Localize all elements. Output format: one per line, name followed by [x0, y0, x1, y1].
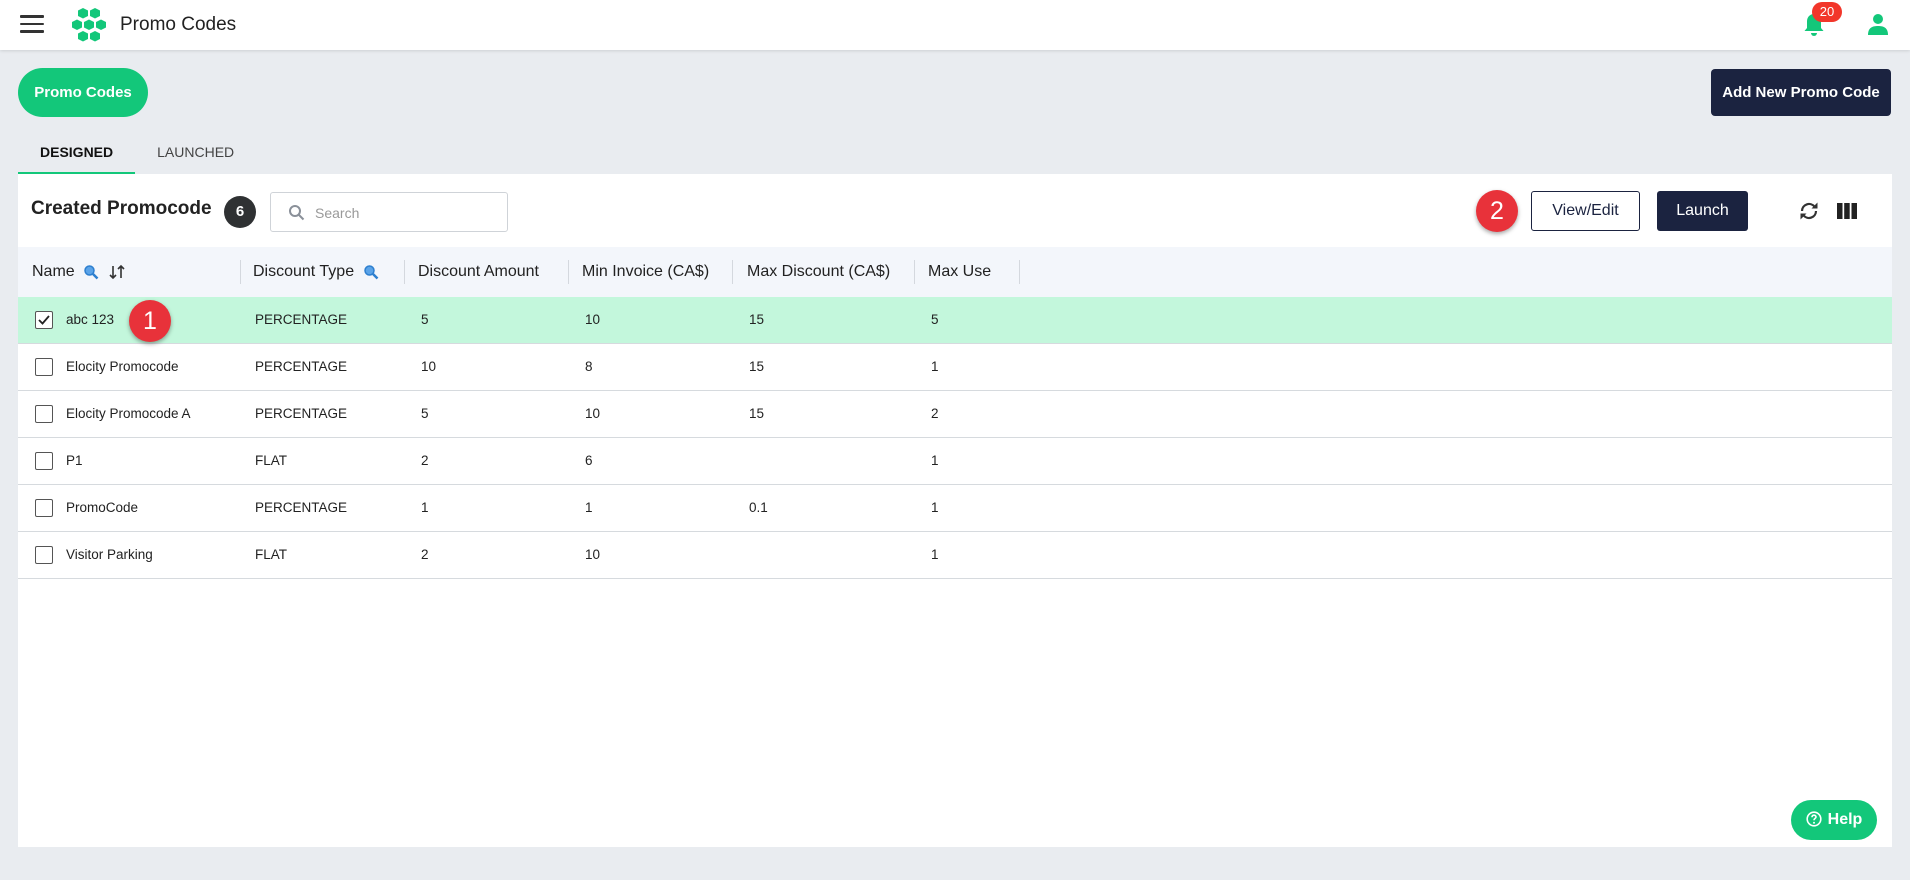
refresh-icon[interactable]: [1797, 199, 1821, 223]
hamburger-menu-icon[interactable]: [20, 15, 44, 35]
cell-name: Elocity Promocode A: [66, 406, 191, 421]
cell-max-use: 1: [931, 500, 939, 515]
tab-launched[interactable]: LAUNCHED: [135, 137, 257, 175]
cell-discount-amount: 1: [421, 500, 429, 515]
cell-max-discount: 15: [749, 312, 765, 327]
row-checkbox[interactable]: [35, 546, 53, 564]
cell-max-use: 5: [931, 312, 939, 327]
table-header: Name Discount Type Discount Amount Min I…: [18, 247, 1892, 297]
cell-max-discount: 15: [749, 359, 765, 374]
column-separator: [1019, 260, 1020, 284]
cell-max-discount: 15: [749, 406, 765, 421]
top-bar: Promo Codes 20: [0, 0, 1910, 50]
cell-discount-type: PERCENTAGE: [255, 312, 348, 327]
column-label: Name: [32, 263, 75, 280]
row-checkbox[interactable]: [35, 358, 53, 376]
cell-discount-amount: 2: [421, 547, 429, 562]
tab-designed[interactable]: DESIGNED: [18, 137, 136, 175]
table-row[interactable]: Elocity Promocode PERCENTAGE 10 8 15 1: [18, 344, 1892, 391]
column-header-max-discount[interactable]: Max Discount (CA$): [747, 247, 890, 297]
column-header-min-invoice[interactable]: Min Invoice (CA$): [582, 247, 709, 297]
search-field[interactable]: [270, 192, 508, 232]
checkmark-icon: [38, 315, 50, 325]
column-separator: [914, 260, 915, 284]
cell-name: P1: [66, 453, 83, 468]
cell-max-use: 2: [931, 406, 939, 421]
search-input[interactable]: [315, 201, 495, 225]
column-header-max-use[interactable]: Max Use: [928, 247, 991, 297]
help-label: Help: [1827, 811, 1863, 828]
row-checkbox[interactable]: [35, 311, 53, 329]
table-row[interactable]: PromoCode PERCENTAGE 1 1 0.1 1: [18, 485, 1892, 532]
cell-name: abc 123: [66, 312, 115, 327]
cell-discount-amount: 2: [421, 453, 429, 468]
launch-button[interactable]: Launch: [1657, 191, 1748, 231]
column-header-discount-type[interactable]: Discount Type: [253, 247, 379, 297]
table-row[interactable]: abc 123 1 PERCENTAGE 5 10 15 5: [18, 297, 1892, 344]
tab-bar: DESIGNED LAUNCHED: [18, 137, 257, 175]
notification-badge: 20: [1812, 2, 1842, 22]
hexagon-logo-icon: [72, 8, 106, 42]
cell-discount-amount: 5: [421, 312, 429, 327]
view-edit-button[interactable]: View/Edit: [1531, 191, 1640, 231]
cell-min-invoice: 10: [585, 547, 601, 562]
cell-name: Elocity Promocode: [66, 359, 179, 374]
cell-discount-type: FLAT: [255, 453, 288, 468]
app-title: Promo Codes: [120, 14, 237, 35]
step-marker-2: 2: [1476, 190, 1518, 232]
table-row[interactable]: Visitor Parking FLAT 2 10 1: [18, 532, 1892, 579]
column-search-icon[interactable]: [363, 264, 379, 280]
table-row[interactable]: Elocity Promocode A PERCENTAGE 5 10 15 2: [18, 391, 1892, 438]
row-checkbox[interactable]: [35, 452, 53, 470]
user-icon[interactable]: [1866, 12, 1890, 36]
column-separator: [732, 260, 733, 284]
cell-min-invoice: 6: [585, 453, 593, 468]
row-checkbox[interactable]: [35, 499, 53, 517]
card-title: Created Promocode: [31, 198, 212, 219]
column-header-name[interactable]: Name: [32, 247, 126, 297]
cell-discount-type: FLAT: [255, 547, 288, 562]
cell-max-use: 1: [931, 359, 939, 374]
column-search-icon[interactable]: [83, 264, 99, 280]
search-icon: [289, 205, 305, 221]
cell-name: Visitor Parking: [66, 547, 153, 562]
promocode-table-card: Created Promocode 6 2 View/Edit Launch N…: [18, 174, 1892, 847]
cell-max-use: 1: [931, 547, 939, 562]
promo-codes-button[interactable]: Promo Codes: [18, 68, 148, 117]
sort-icon[interactable]: [108, 264, 126, 280]
table-row[interactable]: P1 FLAT 2 6 1: [18, 438, 1892, 485]
cell-min-invoice: 1: [585, 500, 593, 515]
column-label: Discount Type: [253, 263, 355, 280]
cell-discount-type: PERCENTAGE: [255, 500, 348, 515]
step-marker-1: 1: [129, 300, 171, 342]
column-separator: [404, 260, 405, 284]
cell-min-invoice: 10: [585, 406, 601, 421]
count-badge: 6: [224, 196, 256, 228]
cell-max-discount: 0.1: [749, 500, 768, 515]
cell-min-invoice: 8: [585, 359, 593, 374]
cell-name: PromoCode: [66, 500, 139, 515]
cell-max-use: 1: [931, 453, 939, 468]
column-separator: [240, 260, 241, 284]
cell-discount-type: PERCENTAGE: [255, 406, 348, 421]
help-icon: [1806, 811, 1822, 827]
cell-discount-amount: 5: [421, 406, 429, 421]
add-new-promo-code-button[interactable]: Add New Promo Code: [1711, 69, 1891, 116]
help-button[interactable]: Help: [1791, 800, 1877, 840]
columns-icon[interactable]: [1837, 201, 1857, 221]
row-checkbox[interactable]: [35, 405, 53, 423]
cell-discount-amount: 10: [421, 359, 437, 374]
cell-min-invoice: 10: [585, 312, 601, 327]
column-separator: [568, 260, 569, 284]
column-header-discount-amount[interactable]: Discount Amount: [418, 247, 539, 297]
cell-discount-type: PERCENTAGE: [255, 359, 348, 374]
